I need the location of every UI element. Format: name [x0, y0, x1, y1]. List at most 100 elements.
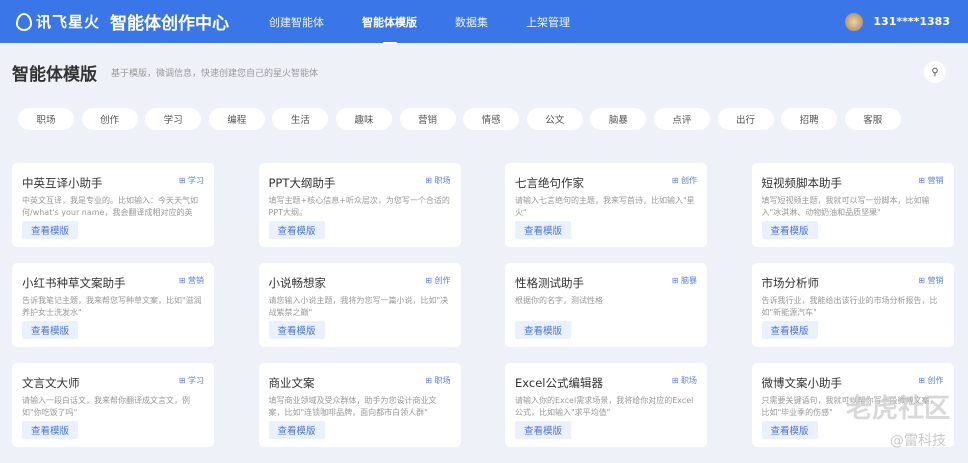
card-category-label: 职场 [434, 176, 451, 185]
view-template-button[interactable]: 查看模版 [22, 421, 78, 439]
template-card[interactable]: 性格测试助手 ⊞ 脑暴 根据你的名字，测试性格 查看模版 [505, 263, 707, 347]
card-description: 填写主题+核心信息+听众层次，为您写一个合适的PPT大纲。 [268, 196, 450, 217]
card-description: 请您输入小说主题，我将为您写一篇小说，比如"决战紫禁之巅" [268, 296, 449, 317]
user-menu[interactable]: 131****1383 [845, 12, 950, 31]
category-tag[interactable]: 职场 [18, 108, 74, 130]
logo-text: 讯飞星火 [36, 13, 101, 31]
card-category: ⊞ 创作 [425, 275, 450, 286]
nav-agent-templates[interactable]: 智能体模版 [362, 14, 417, 30]
template-card[interactable]: 市场分析师 ⊞ 营销 告诉我行业，我能给出该行业的市场分析报告，比如"新能源汽车… [751, 263, 954, 347]
category-tag[interactable]: 创作 [81, 108, 138, 130]
main-nav: 创建智能体 智能体模版 数据集 上架管理 [269, 14, 608, 30]
view-template-button[interactable]: 查看模版 [268, 221, 325, 239]
view-template-button[interactable]: 查看模版 [761, 321, 818, 339]
avatar[interactable] [845, 12, 864, 31]
category-tag[interactable]: 公文 [526, 108, 583, 130]
card-title: 商业文案 [268, 376, 315, 390]
page-header: 智能体模版 基于模版，微调信息，快速创建您自己的星火智能体 [0, 43, 968, 101]
page-subtitle: 基于模版，微调信息，快速创建您自己的星火智能体 [111, 68, 319, 79]
card-title: 性格测试助手 [515, 276, 584, 290]
template-card[interactable]: 短视频脚本助手 ⊞ 营销 填写短视频主题，我就可以写一份脚本，比如输入"冰淇淋、… [751, 163, 954, 247]
template-card[interactable]: 七言绝句作家 ⊞ 创作 请输入七言绝句的主题，我来写首诗，比如输入"星火" 查看… [505, 163, 707, 247]
card-category: ⊞ 创作 [672, 175, 697, 186]
grid-icon: ⊞ [425, 376, 435, 385]
template-card[interactable]: PPT大纲助手 ⊞ 职场 填写主题+核心信息+听众层次，为您写一个合适的PPT大… [258, 163, 461, 247]
card-category-label: 创作 [434, 276, 451, 285]
card-category: ⊞ 学习 [179, 375, 204, 386]
category-tags: 职场 创作 学习 编程 生活 趣味 营销 情感 公文 脑暴 点评 出行 招聘 客服 [18, 108, 901, 130]
view-template-button[interactable]: 查看模版 [515, 221, 571, 239]
card-category: ⊞ 职场 [425, 175, 450, 186]
card-category-label: 创作 [681, 176, 697, 185]
flame-logo-icon [16, 12, 32, 31]
category-tag[interactable]: 营销 [399, 108, 456, 130]
template-card[interactable]: 商业文案 ⊞ 职场 填写商业领域及受众群体，助手为您设计商业文案，比如"连锁咖啡… [258, 363, 461, 447]
card-description: 填写商业领域及受众群体，助手为您设计商业文案，比如"连锁咖啡品牌，面向都市白领人… [268, 396, 437, 417]
view-template-button[interactable]: 查看模版 [268, 321, 325, 339]
card-category-label: 营销 [927, 176, 944, 185]
template-grid: 中英互译小助手 ⊞ 学习 中英文互译，我是专业的。比如输入：今天天气如何/wha… [12, 163, 954, 447]
category-tag[interactable]: 点评 [653, 108, 710, 130]
card-category-label: 脑暴 [681, 276, 697, 285]
view-template-button[interactable]: 查看模版 [761, 221, 818, 239]
search-button[interactable]: ⚲ [924, 61, 946, 83]
card-category-label: 职场 [434, 376, 451, 385]
card-category-label: 学习 [188, 376, 204, 385]
card-title: 小说畅想家 [268, 276, 327, 290]
view-template-button[interactable]: 查看模版 [515, 321, 571, 339]
card-title: 中英互译小助手 [22, 176, 103, 190]
category-tag[interactable]: 客服 [844, 108, 901, 130]
card-description: 根据你的名字，测试性格 [515, 296, 603, 305]
card-category: ⊞ 营销 [918, 175, 943, 186]
template-card[interactable]: 小红书种草文案助手 ⊞ 营销 告诉我笔记主题，我来帮您写种草文案，比如"滋润养护… [12, 263, 214, 347]
view-template-button[interactable]: 查看模版 [22, 221, 78, 239]
category-tag[interactable]: 趣味 [335, 108, 392, 130]
card-description: 填写短视频主题，我就可以写一份脚本，比如输入"冰淇淋、动物奶油和品质坚果" [761, 196, 930, 217]
category-tag[interactable]: 学习 [145, 108, 202, 130]
card-description: 告诉我行业，我能给出该行业的市场分析报告，比如"新能源汽车" [761, 296, 938, 317]
view-template-button[interactable]: 查看模版 [761, 421, 818, 439]
card-category: ⊞ 创作 [918, 375, 943, 386]
card-title: Excel公式编辑器 [515, 376, 603, 390]
view-template-button[interactable]: 查看模版 [22, 321, 78, 339]
grid-icon: ⊞ [918, 176, 928, 185]
category-tag[interactable]: 情感 [463, 108, 520, 130]
category-tag[interactable]: 招聘 [781, 108, 838, 130]
category-tag[interactable]: 出行 [717, 108, 774, 130]
category-tag[interactable]: 编程 [208, 108, 265, 130]
template-card[interactable]: Excel公式编辑器 ⊞ 职场 请输入你的Excel需求场景，我将给你对应的Ex… [505, 363, 707, 447]
nav-publish-management[interactable]: 上架管理 [526, 14, 570, 30]
card-description: 请输入七言绝句的主题，我来写首诗，比如输入"星火" [515, 196, 695, 217]
template-card[interactable]: 小说畅想家 ⊞ 创作 请您输入小说主题，我将为您写一篇小说，比如"决战紫禁之巅"… [258, 263, 461, 347]
nav-datasets[interactable]: 数据集 [455, 14, 488, 30]
card-category: ⊞ 职场 [672, 375, 697, 386]
nav-create-agent[interactable]: 创建智能体 [269, 14, 324, 30]
card-category: ⊞ 职场 [425, 375, 450, 386]
card-title: PPT大纲助手 [268, 176, 336, 190]
card-category: ⊞ 脑暴 [672, 275, 697, 286]
card-category: ⊞ 营销 [179, 275, 204, 286]
card-title: 文言文大师 [22, 376, 80, 390]
grid-icon: ⊞ [425, 276, 435, 285]
user-phone: 131****1383 [873, 15, 950, 28]
grid-icon: ⊞ [425, 176, 435, 185]
card-description: 请输入一段白话文，我来帮你翻译成文言文，例如"你吃饭了吗" [22, 396, 190, 417]
card-title: 小红书种草文案助手 [22, 276, 126, 290]
card-category-label: 创作 [927, 376, 944, 385]
card-title: 市场分析师 [761, 276, 820, 290]
watermark: 老虎社区 [845, 394, 950, 424]
card-category-label: 学习 [188, 176, 204, 185]
logo[interactable]: 讯飞星火 [16, 11, 100, 32]
card-category: ⊞ 学习 [179, 175, 204, 186]
category-tag[interactable]: 脑暴 [590, 108, 647, 130]
view-template-button[interactable]: 查看模版 [268, 421, 325, 439]
category-tag[interactable]: 生活 [272, 108, 329, 130]
app-title: 智能体创作中心 [110, 14, 230, 34]
view-template-button[interactable]: 查看模版 [515, 421, 571, 439]
template-card[interactable]: 中英互译小助手 ⊞ 学习 中英文互译，我是专业的。比如输入：今天天气如何/wha… [12, 163, 214, 247]
grid-icon: ⊞ [178, 376, 188, 385]
grid-icon: ⊞ [178, 176, 188, 185]
grid-icon: ⊞ [671, 276, 681, 285]
card-description: 中英文互译，我是专业的。比如输入：今天天气如何/what's your name… [22, 196, 198, 217]
template-card[interactable]: 文言文大师 ⊞ 学习 请输入一段白话文，我来帮你翻译成文言文，例如"你吃饭了吗"… [12, 363, 214, 447]
